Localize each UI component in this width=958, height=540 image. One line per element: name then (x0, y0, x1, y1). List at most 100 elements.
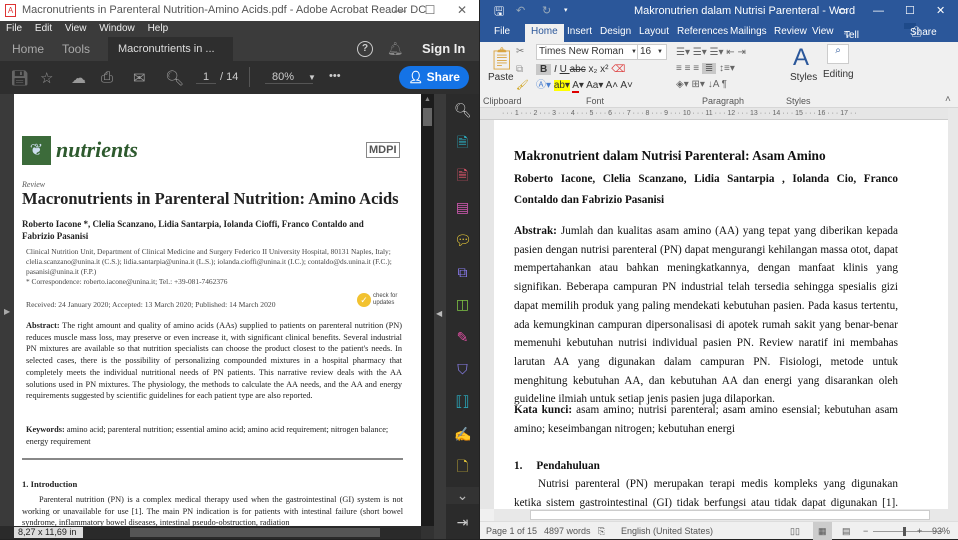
page-number-input[interactable]: 1 (196, 71, 216, 84)
web-layout-icon[interactable]: ▤ (842, 522, 851, 540)
horizontal-scrollbar[interactable]: 8,27 x 11,69 in (0, 526, 421, 539)
styles-icon[interactable]: A (793, 44, 809, 72)
tab-insert[interactable]: Insert (567, 26, 592, 37)
export-pdf-icon[interactable]: 🗎 (454, 167, 471, 184)
vertical-scrollbar[interactable] (948, 108, 958, 521)
horizontal-ruler[interactable]: · · · 1 · · · 2 · · · 3 · · · 4 · · · 5 … (480, 108, 958, 120)
bullets-icon[interactable]: ☰▾ (676, 47, 690, 58)
redo-icon[interactable]: ↻ (542, 0, 551, 22)
collapse-panel-icon[interactable]: ⇥ (454, 514, 471, 531)
numbering-icon[interactable]: ☰▾ (693, 47, 707, 58)
bookmark-star-icon[interactable]: ☆ (40, 69, 53, 87)
tab-document[interactable]: Macronutrients in ... × (108, 37, 233, 79)
minimize-button[interactable]: — (873, 0, 884, 22)
save-icon[interactable]: 🖫 (494, 0, 504, 22)
tab-mailings[interactable]: Mailings (730, 26, 767, 37)
tab-file[interactable]: File (494, 26, 510, 37)
horizontal-scrollbar[interactable] (494, 509, 948, 521)
minimize-button[interactable]: — (385, 0, 415, 21)
tab-design[interactable]: Design (600, 26, 631, 37)
vertical-scrollbar[interactable]: ▲ (421, 94, 434, 526)
scrollbar-thumb[interactable] (423, 108, 432, 126)
shading-icon[interactable]: ◈▾ (676, 79, 689, 90)
highlight-icon[interactable]: ab▾ (553, 80, 570, 91)
menu-edit[interactable]: Edit (35, 23, 52, 34)
close-button[interactable]: ✕ (447, 0, 477, 21)
combine-files-icon[interactable]: ⧉ (454, 264, 471, 281)
hscroll-thumb[interactable] (530, 510, 930, 520)
strikethrough-button[interactable]: abc (570, 64, 586, 75)
sign-in-button[interactable]: Sign In (422, 41, 465, 56)
clear-formatting-icon[interactable]: ⌫ (611, 64, 625, 75)
menu-help[interactable]: Help (148, 23, 169, 34)
upload-cloud-icon[interactable]: ☁ (71, 69, 86, 87)
font-size-select[interactable]: 16 ▼ (637, 44, 667, 60)
line-spacing-icon[interactable]: ↕≡▾ (719, 63, 735, 74)
compress-icon[interactable]: ◫ (454, 296, 471, 313)
cut-icon[interactable]: ✂ (516, 46, 524, 57)
vertical-ruler[interactable] (480, 120, 494, 509)
share-button[interactable]: 👤︎ Share (399, 66, 469, 89)
zoom-select[interactable]: 80% ▼ (265, 71, 316, 84)
shrink-font-icon[interactable]: A˅ (620, 80, 633, 91)
styles-button[interactable]: Styles (790, 72, 817, 83)
borders-icon[interactable]: ⊞▾ (692, 79, 705, 90)
zoom-search-icon[interactable]: 🔍︎ (165, 69, 184, 87)
proofing-icon[interactable]: ⎘ (598, 522, 605, 540)
zoom-slider-thumb[interactable] (903, 527, 906, 536)
format-painter-icon[interactable]: 🖌︎ (516, 80, 529, 91)
print-icon[interactable]: ⎙ (101, 69, 113, 86)
maximize-button[interactable]: ☐ (905, 0, 915, 22)
tab-review[interactable]: Review (774, 26, 807, 37)
tab-references[interactable]: References (677, 26, 728, 37)
request-signature-icon[interactable]: ✍ (454, 426, 471, 443)
more-tools-button[interactable]: ••• (329, 70, 341, 82)
underline-button[interactable]: U (560, 64, 570, 75)
tab-home[interactable]: Home (12, 37, 44, 61)
more-tools-chevron-icon[interactable]: ⌄ (446, 487, 479, 504)
word-count[interactable]: 4897 words (544, 522, 591, 540)
zoom-in-button[interactable]: + (917, 522, 922, 540)
undo-icon[interactable]: ↶ (516, 0, 525, 22)
page-count[interactable]: Page 1 of 15 (486, 522, 537, 540)
save-icon[interactable]: 💾︎ (10, 69, 29, 87)
change-case-icon[interactable]: Aa▾ (586, 80, 603, 91)
copy-icon[interactable]: ⧉ (516, 64, 523, 75)
tab-home[interactable]: Home (525, 24, 564, 42)
maximize-button[interactable]: ☐ (415, 0, 445, 21)
create-pdf-icon[interactable]: 🗎 (454, 134, 471, 151)
editing-button[interactable]: Editing (823, 69, 854, 80)
tab-tools[interactable]: Tools (62, 37, 90, 61)
tab-layout[interactable]: Layout (639, 26, 669, 37)
bold-button[interactable]: B (536, 64, 552, 75)
hscroll-thumb[interactable] (130, 528, 380, 537)
menu-view[interactable]: View (65, 23, 87, 34)
font-name-select[interactable]: Times New Roman ▼ (536, 44, 641, 60)
align-center-icon[interactable]: ≡ (685, 63, 691, 74)
superscript-button[interactable]: x² (600, 64, 608, 75)
show-marks-icon[interactable]: ¶ (722, 79, 727, 90)
sort-icon[interactable]: ↓A (708, 79, 719, 90)
language[interactable]: English (United States) (621, 522, 713, 540)
read-mode-icon[interactable]: ▯▯ (790, 522, 800, 540)
subscript-button[interactable]: x₂ (588, 64, 597, 75)
tab-view[interactable]: View (812, 26, 834, 37)
check-updates-label[interactable]: check for updates (373, 293, 405, 307)
ribbon-display-icon[interactable]: ▭ (838, 0, 848, 22)
help-icon[interactable]: ? (357, 41, 373, 57)
customize-qat-icon[interactable]: ▾ (564, 0, 568, 22)
comment-icon[interactable]: 💬︎ (454, 232, 472, 249)
multilevel-list-icon[interactable]: ☰▾ (710, 47, 724, 58)
font-color-icon[interactable]: A (572, 80, 579, 93)
menu-file[interactable]: File (6, 23, 22, 34)
paste-clipboard-icon[interactable]: 📋︎ (488, 46, 516, 72)
grow-font-icon[interactable]: A˄ (606, 80, 619, 91)
zoom-level[interactable]: 93% (932, 522, 950, 540)
panel-collapse-handle[interactable]: ◀ (434, 94, 446, 539)
print-layout-icon[interactable]: ▦ (813, 522, 832, 540)
menu-window[interactable]: Window (99, 23, 135, 34)
justify-icon[interactable]: ≣ (701, 63, 717, 74)
email-icon[interactable]: ✉ (133, 69, 146, 87)
align-left-icon[interactable]: ≡ (676, 63, 682, 74)
paste-button[interactable]: Paste (488, 72, 514, 83)
